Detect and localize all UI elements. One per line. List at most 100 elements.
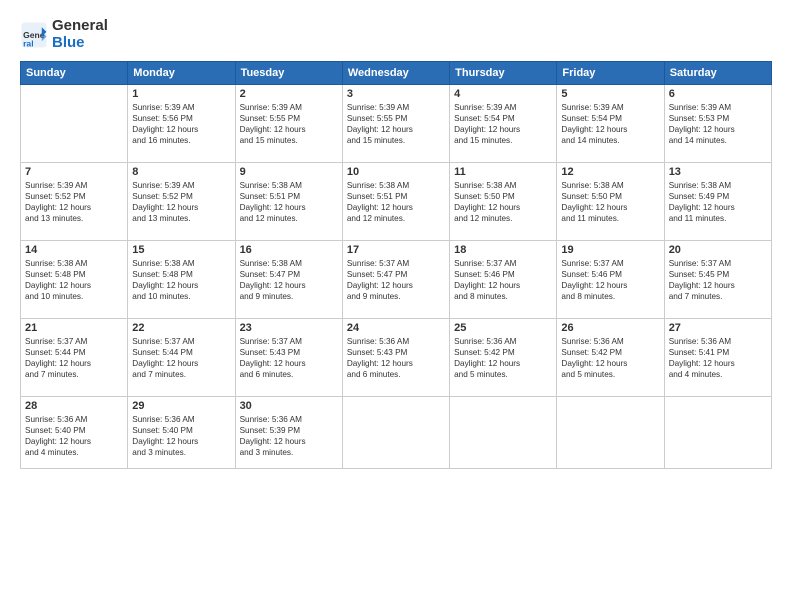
calendar-cell: 7 Sunrise: 5:39 AM Sunset: 5:52 PM Daylig… bbox=[21, 163, 128, 241]
day-number: 15 bbox=[132, 244, 230, 256]
day-number: 2 bbox=[240, 88, 338, 100]
calendar-cell: 10Sunrise: 5:38 AM Sunset: 5:51 PM Dayli… bbox=[342, 163, 449, 241]
day-number: 26 bbox=[561, 322, 659, 334]
calendar-cell: 13 Sunrise: 5:38 AM Sunset: 5:49 PM Dayli… bbox=[664, 163, 771, 241]
calendar-cell: 6 Sunrise: 5:39 AM Sunset: 5:53 PM Daylig… bbox=[664, 85, 771, 163]
calendar-cell: 2 Sunrise: 5:39 AM Sunset: 5:55 PM Daylig… bbox=[235, 85, 342, 163]
day-number: 8 bbox=[132, 166, 230, 178]
weekday-header-monday: Monday bbox=[128, 62, 235, 85]
day-info: Sunrise: 5:37 AM Sunset: 5:46 PM Dayligh… bbox=[454, 258, 552, 302]
day-info: Sunrise: 5:39 AM Sunset: 5:54 PM Dayligh… bbox=[454, 102, 552, 146]
day-info: Sunrise: 5:36 AM Sunset: 5:40 PM Dayligh… bbox=[132, 414, 230, 458]
day-info: Sunrise: 5:38 AM Sunset: 5:50 PM Dayligh… bbox=[454, 180, 552, 224]
calendar-cell: 23 Sunrise: 5:37 AM Sunset: 5:43 PM Dayli… bbox=[235, 319, 342, 397]
day-info: Sunrise: 5:38 AM Sunset: 5:47 PM Dayligh… bbox=[240, 258, 338, 302]
day-number: 18 bbox=[454, 244, 552, 256]
calendar-cell: 8 Sunrise: 5:39 AM Sunset: 5:52 PM Daylig… bbox=[128, 163, 235, 241]
calendar-cell: 22 Sunrise: 5:37 AM Sunset: 5:44 PM Dayli… bbox=[128, 319, 235, 397]
day-number: 29 bbox=[132, 400, 230, 412]
day-number: 28 bbox=[25, 400, 123, 412]
day-info: Sunrise: 5:39 AM Sunset: 5:53 PM Dayligh… bbox=[669, 102, 767, 146]
day-info: Sunrise: 5:37 AM Sunset: 5:46 PM Dayligh… bbox=[561, 258, 659, 302]
day-number: 20 bbox=[669, 244, 767, 256]
week-row-2: 7 Sunrise: 5:39 AM Sunset: 5:52 PM Daylig… bbox=[21, 163, 772, 241]
calendar-cell: 26 Sunrise: 5:36 AM Sunset: 5:42 PM Dayli… bbox=[557, 319, 664, 397]
calendar-cell: 25 Sunrise: 5:36 AM Sunset: 5:42 PM Dayli… bbox=[450, 319, 557, 397]
week-row-4: 21 Sunrise: 5:37 AM Sunset: 5:44 PM Dayli… bbox=[21, 319, 772, 397]
calendar-cell: 14 Sunrise: 5:38 AM Sunset: 5:48 PM Dayli… bbox=[21, 241, 128, 319]
calendar-cell: 1 Sunrise: 5:39 AM Sunset: 5:56 PM Daylig… bbox=[128, 85, 235, 163]
calendar-cell: 24 Sunrise: 5:36 AM Sunset: 5:43 PM Dayli… bbox=[342, 319, 449, 397]
day-number: 1 bbox=[132, 88, 230, 100]
weekday-header-saturday: Saturday bbox=[664, 62, 771, 85]
day-number: 4 bbox=[454, 88, 552, 100]
calendar-cell bbox=[21, 85, 128, 163]
calendar-cell: 18 Sunrise: 5:37 AM Sunset: 5:46 PM Dayli… bbox=[450, 241, 557, 319]
day-info: Sunrise: 5:39 AM Sunset: 5:52 PM Dayligh… bbox=[25, 180, 123, 224]
day-info: Sunrise: 5:38 AM Sunset: 5:51 PM Dayligh… bbox=[240, 180, 338, 224]
day-number: 13 bbox=[669, 166, 767, 178]
day-number: 30 bbox=[240, 400, 338, 412]
day-number: 6 bbox=[669, 88, 767, 100]
weekday-header-wednesday: Wednesday bbox=[342, 62, 449, 85]
calendar-cell: 15Sunrise: 5:38 AM Sunset: 5:48 PM Dayli… bbox=[128, 241, 235, 319]
day-info: Sunrise: 5:36 AM Sunset: 5:40 PM Dayligh… bbox=[25, 414, 123, 458]
day-number: 14 bbox=[25, 244, 123, 256]
day-number: 22 bbox=[132, 322, 230, 334]
day-info: Sunrise: 5:36 AM Sunset: 5:42 PM Dayligh… bbox=[454, 336, 552, 380]
calendar-cell: 21 Sunrise: 5:37 AM Sunset: 5:44 PM Dayli… bbox=[21, 319, 128, 397]
day-info: Sunrise: 5:36 AM Sunset: 5:42 PM Dayligh… bbox=[561, 336, 659, 380]
day-info: Sunrise: 5:37 AM Sunset: 5:43 PM Dayligh… bbox=[240, 336, 338, 380]
calendar-cell: 12 Sunrise: 5:38 AM Sunset: 5:50 PM Dayli… bbox=[557, 163, 664, 241]
page: Gene ral General Blue SundayMondayTuesda… bbox=[0, 0, 792, 612]
calendar-cell: 19 Sunrise: 5:37 AM Sunset: 5:46 PM Dayli… bbox=[557, 241, 664, 319]
calendar-cell bbox=[664, 397, 771, 469]
week-row-5: 28 Sunrise: 5:36 AM Sunset: 5:40 PM Dayli… bbox=[21, 397, 772, 469]
day-number: 7 bbox=[25, 166, 123, 178]
calendar-cell: 28 Sunrise: 5:36 AM Sunset: 5:40 PM Dayli… bbox=[21, 397, 128, 469]
day-info: Sunrise: 5:38 AM Sunset: 5:50 PM Dayligh… bbox=[561, 180, 659, 224]
calendar-cell: 16Sunrise: 5:38 AM Sunset: 5:47 PM Dayli… bbox=[235, 241, 342, 319]
day-info: Sunrise: 5:39 AM Sunset: 5:52 PM Dayligh… bbox=[132, 180, 230, 224]
day-info: Sunrise: 5:39 AM Sunset: 5:56 PM Dayligh… bbox=[132, 102, 230, 146]
day-info: Sunrise: 5:38 AM Sunset: 5:48 PM Dayligh… bbox=[25, 258, 123, 302]
calendar-cell bbox=[557, 397, 664, 469]
day-number: 3 bbox=[347, 88, 445, 100]
day-number: 25 bbox=[454, 322, 552, 334]
calendar-cell: 30Sunrise: 5:36 AM Sunset: 5:39 PM Dayli… bbox=[235, 397, 342, 469]
calendar-cell: 20 Sunrise: 5:37 AM Sunset: 5:45 PM Dayli… bbox=[664, 241, 771, 319]
day-number: 19 bbox=[561, 244, 659, 256]
calendar-cell: 17 Sunrise: 5:37 AM Sunset: 5:47 PM Dayli… bbox=[342, 241, 449, 319]
weekday-header-tuesday: Tuesday bbox=[235, 62, 342, 85]
day-info: Sunrise: 5:37 AM Sunset: 5:44 PM Dayligh… bbox=[132, 336, 230, 380]
day-info: Sunrise: 5:38 AM Sunset: 5:49 PM Dayligh… bbox=[669, 180, 767, 224]
week-row-3: 14 Sunrise: 5:38 AM Sunset: 5:48 PM Dayli… bbox=[21, 241, 772, 319]
calendar-cell: 3Sunrise: 5:39 AM Sunset: 5:55 PM Daylig… bbox=[342, 85, 449, 163]
day-number: 12 bbox=[561, 166, 659, 178]
day-info: Sunrise: 5:36 AM Sunset: 5:43 PM Dayligh… bbox=[347, 336, 445, 380]
day-number: 27 bbox=[669, 322, 767, 334]
day-number: 21 bbox=[25, 322, 123, 334]
weekday-header-sunday: Sunday bbox=[21, 62, 128, 85]
day-info: Sunrise: 5:39 AM Sunset: 5:55 PM Dayligh… bbox=[240, 102, 338, 146]
calendar-cell bbox=[342, 397, 449, 469]
day-number: 17 bbox=[347, 244, 445, 256]
day-info: Sunrise: 5:37 AM Sunset: 5:45 PM Dayligh… bbox=[669, 258, 767, 302]
calendar-cell: 9 Sunrise: 5:38 AM Sunset: 5:51 PM Daylig… bbox=[235, 163, 342, 241]
day-info: Sunrise: 5:39 AM Sunset: 5:54 PM Dayligh… bbox=[561, 102, 659, 146]
calendar-cell: 29 Sunrise: 5:36 AM Sunset: 5:40 PM Dayli… bbox=[128, 397, 235, 469]
weekday-header-thursday: Thursday bbox=[450, 62, 557, 85]
day-info: Sunrise: 5:36 AM Sunset: 5:41 PM Dayligh… bbox=[669, 336, 767, 380]
day-number: 23 bbox=[240, 322, 338, 334]
calendar-cell: 11Sunrise: 5:38 AM Sunset: 5:50 PM Dayli… bbox=[450, 163, 557, 241]
weekday-header-row: SundayMondayTuesdayWednesdayThursdayFrid… bbox=[21, 62, 772, 85]
svg-text:ral: ral bbox=[23, 38, 33, 48]
calendar-table: SundayMondayTuesdayWednesdayThursdayFrid… bbox=[20, 61, 772, 469]
logo: Gene ral General Blue bbox=[20, 18, 108, 51]
calendar-cell: 5Sunrise: 5:39 AM Sunset: 5:54 PM Daylig… bbox=[557, 85, 664, 163]
day-number: 9 bbox=[240, 166, 338, 178]
day-info: Sunrise: 5:37 AM Sunset: 5:44 PM Dayligh… bbox=[25, 336, 123, 380]
day-info: Sunrise: 5:37 AM Sunset: 5:47 PM Dayligh… bbox=[347, 258, 445, 302]
day-info: Sunrise: 5:38 AM Sunset: 5:51 PM Dayligh… bbox=[347, 180, 445, 224]
day-number: 24 bbox=[347, 322, 445, 334]
